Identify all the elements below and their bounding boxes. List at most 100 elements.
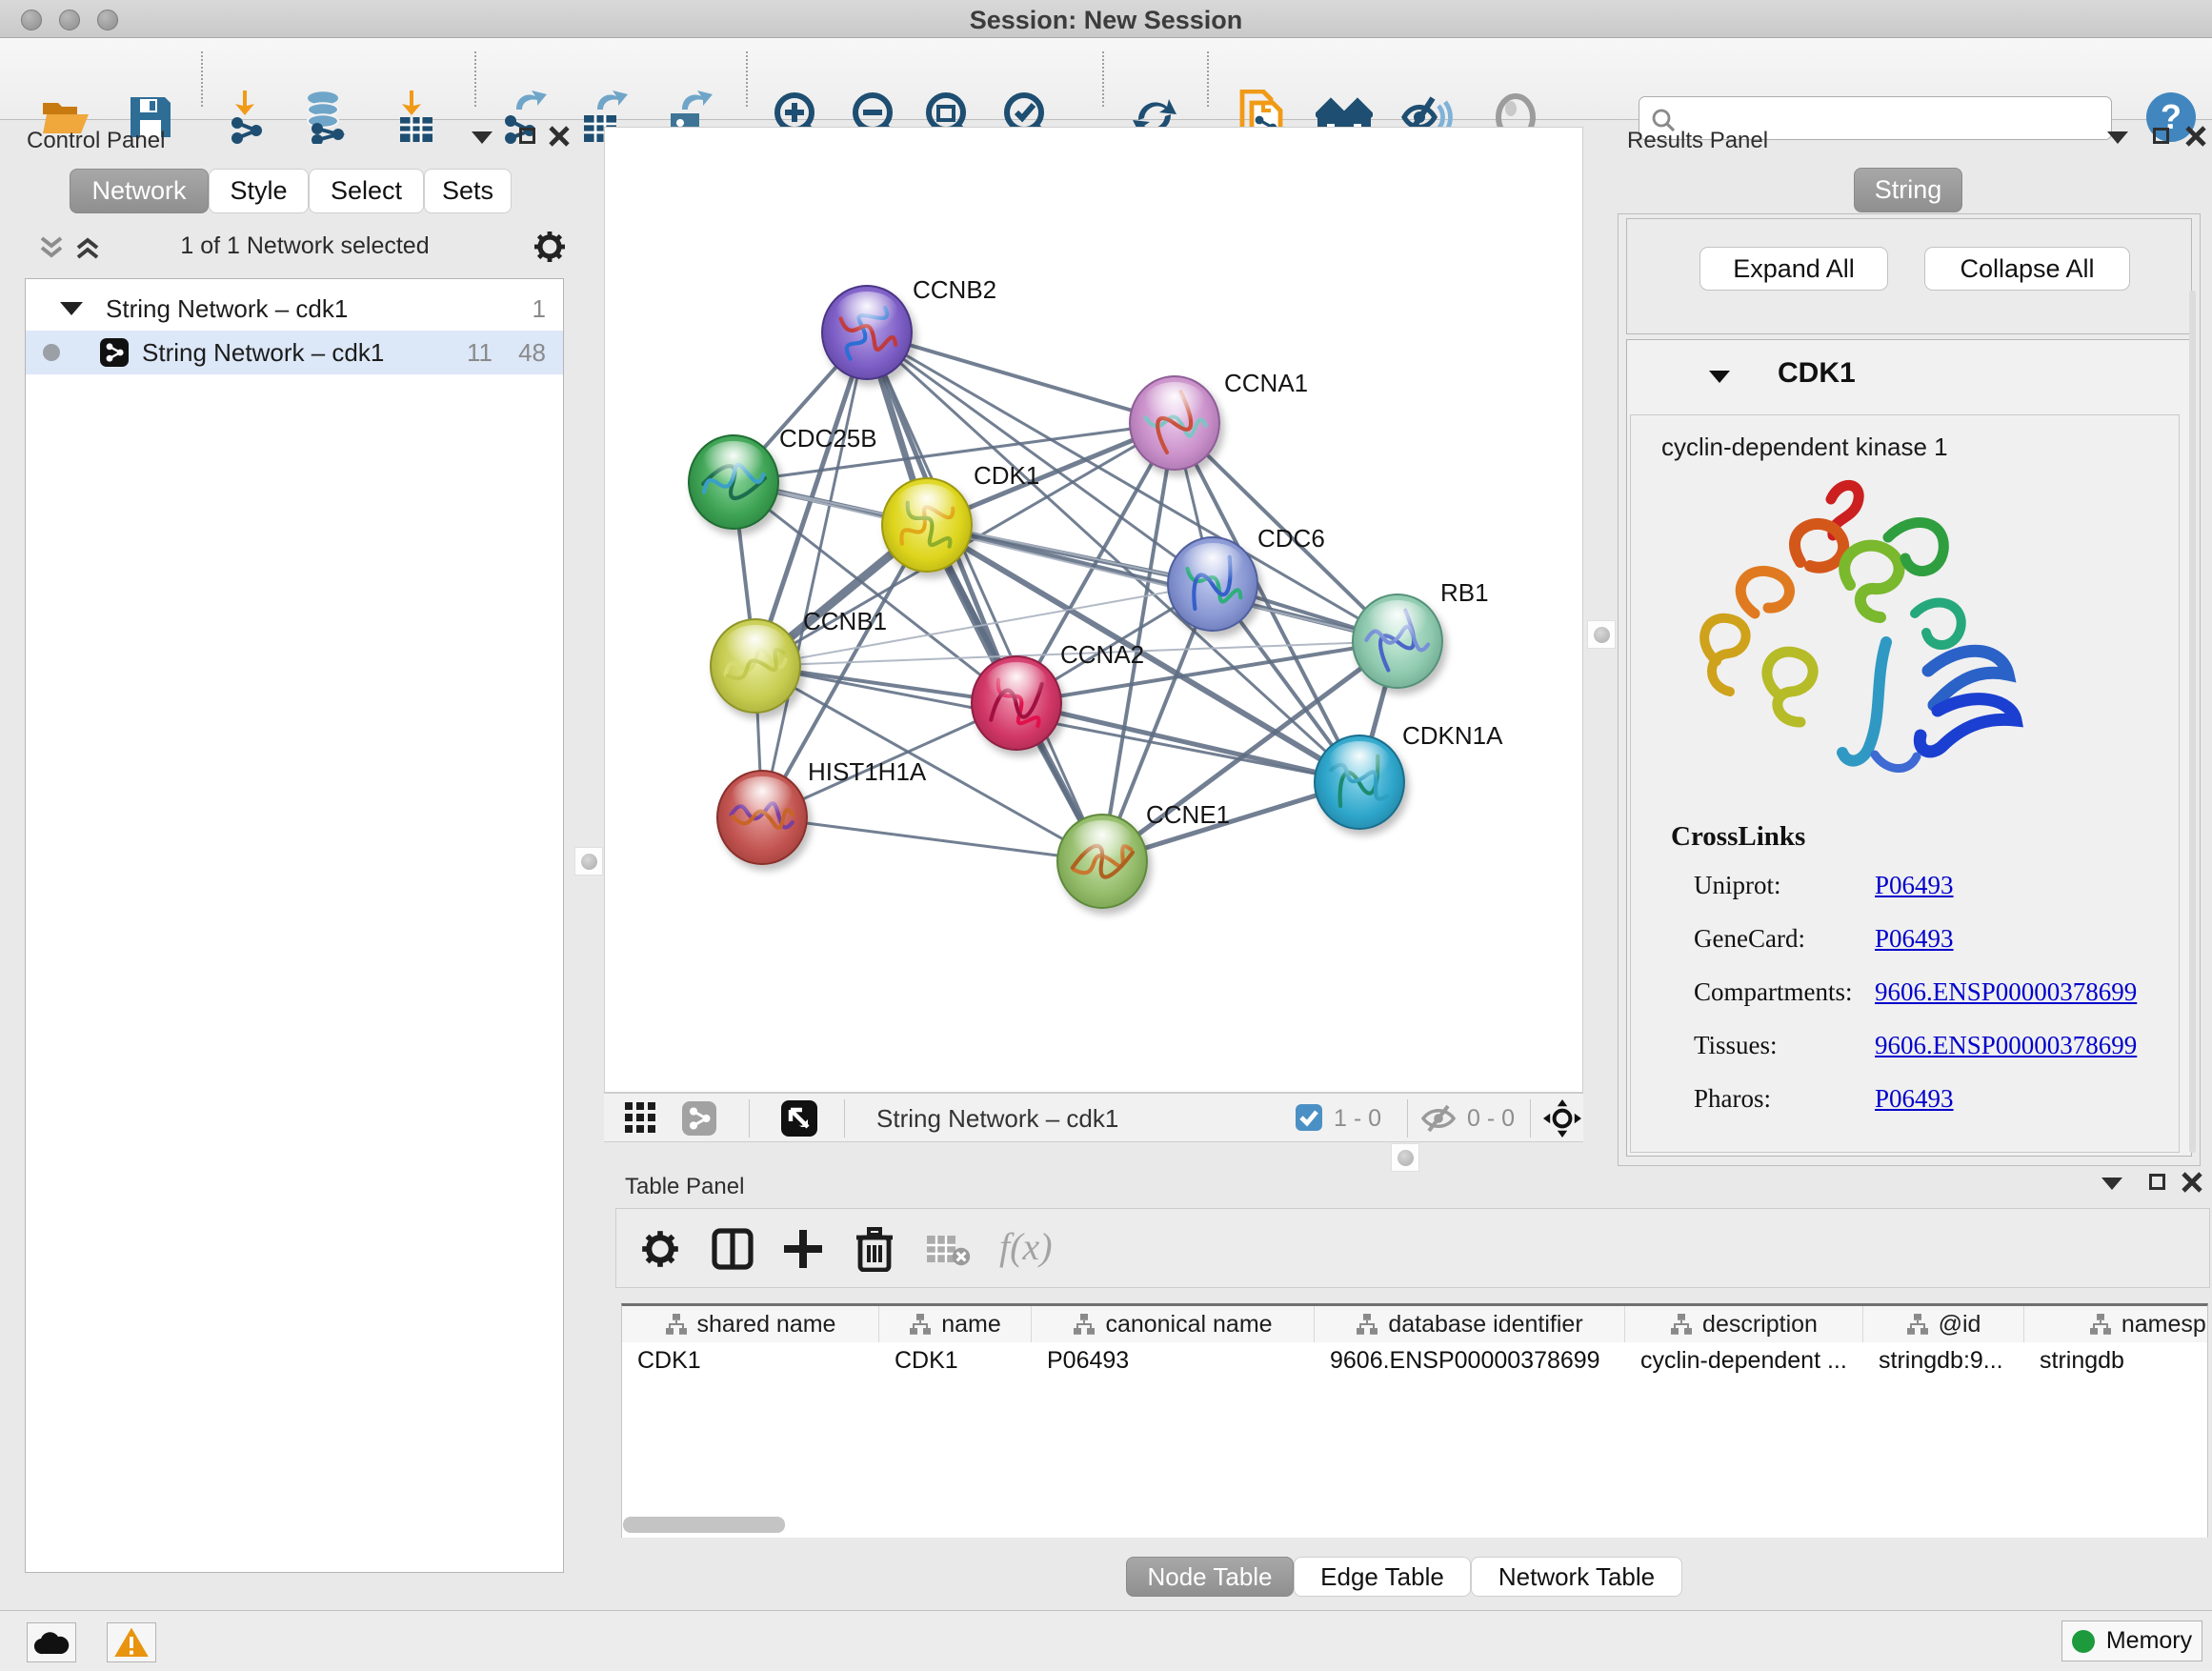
show-columns-icon[interactable] xyxy=(712,1228,754,1270)
network-list-header: 1 of 1 Network selected xyxy=(10,223,572,272)
network-view-name: String Network – cdk1 xyxy=(876,1104,1118,1134)
detach-view-icon[interactable] xyxy=(781,1100,817,1137)
column-label: database identifier xyxy=(1388,1311,1582,1339)
table-cell[interactable]: CDK1 xyxy=(879,1342,1032,1379)
network-collection-row[interactable]: String Network – cdk1 1 xyxy=(26,287,563,331)
crosslink-link[interactable]: P06493 xyxy=(1875,1084,1954,1114)
crosslink-label: GeneCard: xyxy=(1694,924,1805,953)
node-ccna2[interactable] xyxy=(971,655,1062,751)
column-header-database-identifier[interactable]: database identifier xyxy=(1315,1306,1625,1342)
gear-icon[interactable] xyxy=(533,231,566,263)
toolbar-separator xyxy=(1530,1099,1531,1137)
tab-select[interactable]: Select xyxy=(309,169,424,213)
panel-menu-icon[interactable] xyxy=(2107,131,2128,144)
node-ccnb2[interactable] xyxy=(821,285,913,380)
network-share-view-icon[interactable] xyxy=(682,1101,716,1136)
tab-string[interactable]: String xyxy=(1854,168,1962,212)
panel-float-icon[interactable] xyxy=(2149,1174,2165,1190)
node-ccnb1[interactable] xyxy=(710,618,801,714)
table-cell[interactable]: stringdb xyxy=(2024,1342,2208,1379)
network-row-selected[interactable]: String Network – cdk1 11 48 xyxy=(26,331,563,374)
node-rb1[interactable] xyxy=(1352,594,1443,689)
column-header-namespace[interactable]: namespace xyxy=(2024,1306,2208,1342)
node-cdc25b[interactable] xyxy=(688,434,779,530)
column-header--id[interactable]: @id xyxy=(1863,1306,2024,1342)
column-header-description[interactable]: description xyxy=(1625,1306,1863,1342)
edge-hist1h1a-ccne1[interactable] xyxy=(762,817,1102,861)
title-bar: Session: New Session xyxy=(0,0,2212,38)
panel-close-icon[interactable] xyxy=(2185,126,2206,147)
crosslinks-list: Uniprot:P06493GeneCard:P06493Compartment… xyxy=(1694,871,2189,1157)
vertical-splitter-handle[interactable] xyxy=(1587,620,1616,649)
cloud-status-button[interactable] xyxy=(27,1622,76,1662)
edge-ccnb2-ccna1[interactable] xyxy=(867,332,1175,423)
crosslink-link[interactable]: P06493 xyxy=(1875,924,1954,954)
table-horizontal-scrollbar[interactable] xyxy=(623,1517,785,1533)
grid-view-icon[interactable] xyxy=(625,1102,657,1135)
add-column-icon[interactable] xyxy=(782,1228,824,1270)
tab-node-table[interactable]: Node Table xyxy=(1126,1557,1294,1597)
results-panel: Results Panel String Expand All Collapse… xyxy=(1616,120,2212,1172)
node-hist1h1a[interactable] xyxy=(716,770,808,865)
panel-menu-icon[interactable] xyxy=(2101,1178,2122,1190)
warning-status-button[interactable] xyxy=(107,1622,156,1662)
protein-structure-image xyxy=(1688,471,2041,795)
column-header-name[interactable]: name xyxy=(879,1306,1032,1342)
crosslink-row: GeneCard: P06493 xyxy=(1694,924,2189,977)
table-tabs: Node TableEdge TableNetwork Table xyxy=(1126,1557,1698,1597)
tab-network[interactable]: Network xyxy=(70,169,209,213)
network-canvas[interactable]: CCNB2CCNA1CDC25BCDK1CDC6RB1CCNB1CCNA2CDK… xyxy=(604,127,1583,1093)
table-cell[interactable]: P06493 xyxy=(1032,1342,1315,1379)
vertical-splitter-handle[interactable] xyxy=(574,847,603,876)
expand-all-icon[interactable] xyxy=(74,234,101,261)
toolbar-separator xyxy=(1407,1099,1408,1137)
expand-all-button[interactable]: Expand All xyxy=(1699,247,1888,291)
birds-eye-icon[interactable] xyxy=(1543,1099,1581,1137)
node-gloss xyxy=(731,776,794,818)
horizontal-splitter-handle[interactable] xyxy=(1391,1143,1419,1172)
node-cdkn1a[interactable] xyxy=(1314,735,1405,830)
panel-float-icon[interactable] xyxy=(2153,128,2169,144)
main-toolbar: ? xyxy=(0,38,2212,120)
tab-network-table[interactable]: Network Table xyxy=(1471,1557,1682,1597)
tab-style[interactable]: Style xyxy=(209,169,309,213)
edge-count: 48 xyxy=(518,338,546,368)
crosslinks-title: CrossLinks xyxy=(1671,821,1805,853)
node-ccne1[interactable] xyxy=(1056,814,1148,909)
table-cell[interactable]: 9606.ENSP00000378699 xyxy=(1315,1342,1625,1379)
column-type-icon xyxy=(1073,1313,1096,1336)
selection-status: 1 of 1 Network selected xyxy=(114,232,495,260)
table-cell[interactable]: CDK1 xyxy=(622,1342,879,1379)
collection-expander-icon[interactable] xyxy=(60,302,83,315)
results-scrollbar[interactable] xyxy=(2189,291,2196,1153)
memory-button[interactable]: Memory xyxy=(2061,1621,2202,1661)
crosslink-link[interactable]: 9606.ENSP00000378699 xyxy=(1875,1031,2137,1060)
protein-expander-icon[interactable] xyxy=(1709,371,1730,383)
tab-edge-table[interactable]: Edge Table xyxy=(1294,1557,1471,1597)
control-panel-title: Control Panel xyxy=(27,128,165,154)
table-settings-gear-icon[interactable] xyxy=(641,1230,679,1268)
protein-name: CDK1 xyxy=(1778,357,1856,390)
selected-checkbox-icon[interactable] xyxy=(1296,1104,1322,1131)
node-cdk1[interactable] xyxy=(881,477,973,573)
tab-sets[interactable]: Sets xyxy=(424,169,512,213)
table-cell[interactable]: cyclin-dependent ... xyxy=(1625,1342,1863,1379)
crosslink-link[interactable]: 9606.ENSP00000378699 xyxy=(1875,977,2137,1007)
panel-close-icon[interactable] xyxy=(2182,1172,2202,1193)
column-header-shared-name[interactable]: shared name xyxy=(622,1306,879,1342)
node-table[interactable]: shared namenamecanonical name database id… xyxy=(621,1303,2208,1538)
toolbar-separator xyxy=(1102,51,1104,107)
delete-column-trash-icon[interactable] xyxy=(855,1226,895,1272)
collapse-all-icon[interactable] xyxy=(38,234,65,261)
panel-float-icon[interactable] xyxy=(519,128,535,144)
column-header-canonical-name[interactable]: canonical name xyxy=(1032,1306,1315,1342)
node-gloss xyxy=(1143,382,1206,424)
table-cell[interactable]: stringdb:9... xyxy=(1863,1342,2024,1379)
crosslink-row: Compartments:9606.ENSP00000378699 xyxy=(1694,977,2189,1031)
panel-close-icon[interactable] xyxy=(549,126,570,147)
crosslink-link[interactable]: P06493 xyxy=(1875,871,1954,900)
node-ccna1[interactable] xyxy=(1129,375,1220,471)
panel-menu-icon[interactable] xyxy=(472,131,493,144)
collapse-all-button[interactable]: Collapse All xyxy=(1924,247,2130,291)
node-cdc6[interactable] xyxy=(1167,536,1258,632)
